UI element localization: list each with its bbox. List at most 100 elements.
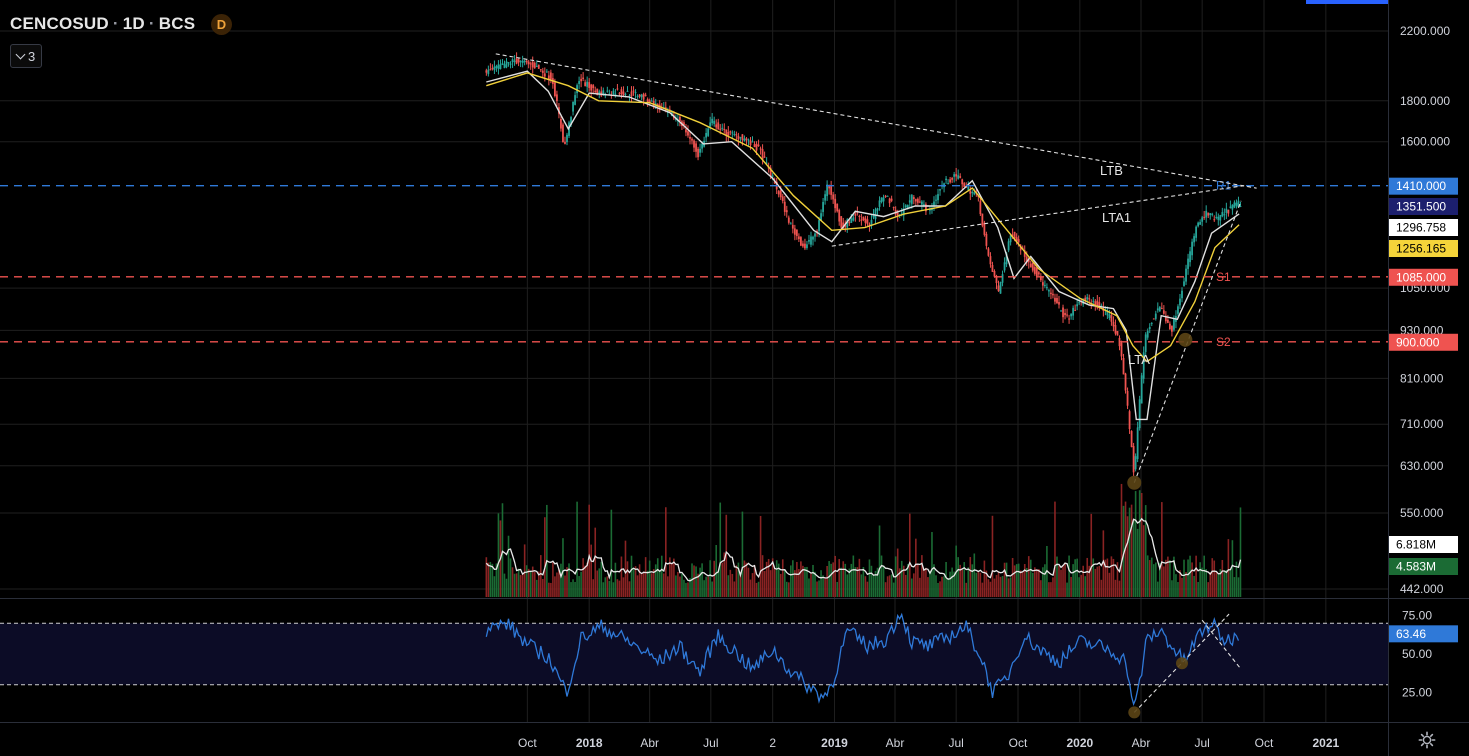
volume-bar [971,564,974,597]
volume-bar [632,568,635,597]
volume-bar [989,581,992,597]
candle-body [979,200,982,215]
candle-body [574,95,576,105]
level-badge-s2: 900.000 [1389,333,1458,351]
volume-bar [497,513,500,597]
volume-bar [1054,501,1056,597]
delayed-data-badge[interactable]: D [211,14,232,35]
candle-body [711,118,714,124]
volume-bar [842,561,845,597]
volume-bar [818,580,820,597]
volume-bar [1195,555,1197,597]
candle-body [747,139,750,141]
candle-body [890,198,893,201]
volume-bar [1078,577,1080,597]
candle-body [495,65,498,69]
volume-bar [539,555,542,597]
volume-bar [544,517,546,597]
volume-bar [673,558,675,597]
volume-bar [695,566,697,597]
candle-body [489,69,492,71]
candle-body [513,60,516,62]
chevron-down-icon [15,49,26,59]
volume-bar [511,567,514,597]
candle-body [1144,334,1147,352]
volume-bar [1096,566,1099,597]
candle-body [983,222,986,235]
candle-body [1195,226,1198,238]
candle-body [485,70,488,73]
candle-body [1225,208,1228,213]
candle-body [541,70,544,73]
candle-body [531,61,534,68]
volume-bar [715,545,718,597]
volume-bar [586,562,588,597]
volume-bar [588,504,590,597]
time-axis-tick: 2019 [821,736,848,750]
candle-body [493,66,496,71]
candle-body [1031,262,1034,271]
candle-body [1048,290,1050,292]
volume-bar [501,503,504,597]
level-badge-r1: 1410.000 [1389,177,1458,195]
candle-body [580,78,583,82]
candle-body [1239,205,1242,207]
volume-bar [854,567,857,597]
candle-body [679,116,681,122]
chart-canvas[interactable]: R1 S1 S2 LTB LTA1 LTA 2200.000 1800.000 1600.000… [0,0,1469,756]
candle-body [1227,209,1230,214]
volume-bar [592,579,595,597]
volume-bar [751,573,754,597]
candle-body [642,93,645,100]
candle-body [797,236,800,240]
volume-bar [683,579,685,597]
gear-icon[interactable] [1418,731,1436,749]
candle-body [1132,446,1135,473]
volume-bar [1193,575,1195,597]
candle-body [832,194,835,200]
time-axis-tick: 2020 [1066,736,1093,750]
volume-bar [892,582,895,597]
time-axis-tick: Jul [948,736,963,750]
candle-body [1203,216,1206,218]
candle-body [739,137,742,139]
volume-bar [509,558,512,597]
candle-body [1054,297,1056,302]
candle-body [1017,239,1020,243]
volume-bar [656,558,659,597]
volume-bar [717,571,720,597]
candle-body [1209,213,1212,216]
volume-bar [1142,525,1145,597]
last-value-badge: 1296.758 [1389,219,1458,236]
volume-bar [521,573,524,597]
volume-bar [665,507,667,597]
price-axis-tick: 810.000 [1400,371,1444,385]
indicators-collapse-button[interactable]: 3 [10,44,43,68]
volume-bar [1011,557,1014,597]
volume-bar [886,576,889,597]
candle-body [838,210,841,222]
level-label-s1: S1 [1216,270,1231,284]
volume-bar [983,560,986,597]
symbol-header[interactable]: CENCOSUD · 1D · BCS [10,14,195,34]
candle-body [852,217,855,221]
volume-bar [568,563,570,597]
volume-bar [634,566,637,597]
candle-body [862,216,865,220]
candle-body [971,192,974,194]
volume-bar [1072,564,1074,597]
candle-body [973,192,976,195]
candle-body [529,63,532,65]
volume-bar [548,582,550,597]
candle-body [1120,342,1123,357]
volume-bar [687,582,689,597]
candle-body [491,68,494,70]
pivot-marker [1127,475,1142,490]
volume-bar [1211,558,1214,597]
volume-bar [671,563,673,597]
volume-bar [1239,507,1242,597]
candle-body [535,65,538,67]
volume-bar [852,555,855,597]
volume-bar [1029,559,1032,597]
volume-bar [1199,562,1201,597]
